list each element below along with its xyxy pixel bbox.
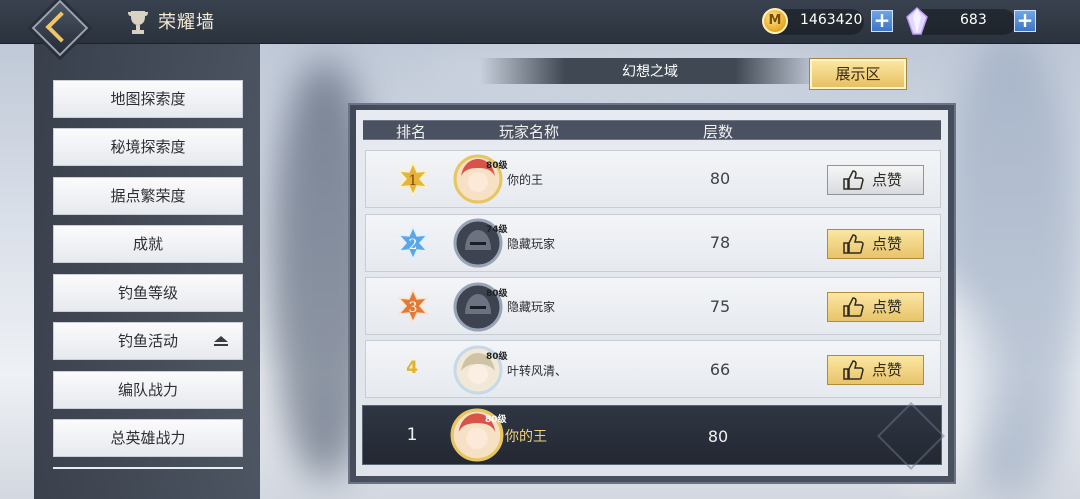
- player-name: 你的王: [507, 173, 544, 187]
- sidebar-item-total-hero-power[interactable]: 总英雄战力: [53, 419, 243, 457]
- sidebar-item-fishing-event[interactable]: 钓鱼活动: [53, 322, 243, 360]
- showcase-button[interactable]: 展示区: [810, 59, 906, 89]
- my-name: 你的王: [505, 429, 547, 445]
- decorative-diamond: [877, 402, 945, 470]
- like-label: 点赞: [872, 171, 903, 189]
- sidebar-item-outpost-prosperity[interactable]: 据点繁荣度: [53, 177, 243, 215]
- thumbs-up-icon: [843, 360, 864, 380]
- column-rank: 排名: [396, 123, 427, 141]
- column-player-name: 玩家名称: [499, 123, 560, 141]
- my-level: 80级: [485, 415, 507, 425]
- player-level: 80级: [486, 352, 508, 362]
- sidebar-item-fishing-level[interactable]: 钓鱼等级: [53, 274, 243, 312]
- coin-value: 1463420: [800, 12, 863, 28]
- gem-value: 683: [960, 12, 987, 28]
- like-button[interactable]: 点赞: [827, 229, 924, 259]
- expand-arrow-icon: [214, 336, 228, 346]
- add-gems-button[interactable]: +: [1014, 10, 1036, 32]
- player-score: 75: [709, 297, 731, 316]
- like-button[interactable]: 点赞: [827, 292, 924, 322]
- svg-text:1: 1: [409, 173, 418, 189]
- realm-title: 幻想之域: [622, 64, 678, 80]
- page-title: 荣耀墙: [158, 12, 215, 33]
- crystal-icon: [906, 7, 928, 35]
- like-button[interactable]: 点赞: [827, 165, 924, 195]
- player-level: 74级: [486, 225, 508, 235]
- gold-medal-icon: 1: [397, 162, 429, 196]
- thumbs-up-icon: [843, 297, 864, 317]
- my-rank-number: 1: [406, 425, 418, 445]
- back-button[interactable]: [30, 0, 94, 66]
- player-score: 80: [709, 169, 731, 188]
- bronze-medal-icon: 3: [397, 289, 429, 323]
- silver-medal-icon: 2: [397, 226, 429, 260]
- sidebar-item-secret-exploration[interactable]: 秘境探索度: [53, 128, 243, 166]
- column-floors: 层数: [703, 123, 734, 141]
- like-label: 点赞: [872, 361, 903, 379]
- like-button[interactable]: 点赞: [827, 355, 924, 385]
- player-name: 叶转风清、: [507, 364, 568, 378]
- sidebar-item-label: 钓鱼活动: [117, 332, 178, 350]
- svg-text:3: 3: [409, 300, 418, 316]
- like-label: 点赞: [872, 235, 903, 253]
- sidebar-item-team-power[interactable]: 编队战力: [53, 371, 243, 409]
- trophy-icon: [128, 11, 148, 34]
- player-score: 66: [709, 360, 731, 379]
- thumbs-up-icon: [843, 234, 864, 254]
- my-score: 80: [707, 427, 729, 446]
- my-rank-row: [362, 402, 945, 470]
- rank-number: 4: [406, 358, 418, 378]
- thumbs-up-icon: [843, 170, 864, 190]
- like-label: 点赞: [872, 298, 903, 316]
- player-name: 隐藏玩家: [507, 300, 556, 314]
- player-score: 78: [709, 233, 731, 252]
- svg-text:2: 2: [409, 237, 418, 253]
- table-header: [363, 120, 941, 140]
- player-name: 隐藏玩家: [507, 237, 556, 251]
- sidebar-item-achievements[interactable]: 成就: [53, 225, 243, 263]
- coin-icon: M: [762, 8, 788, 34]
- sidebar-divider: [53, 467, 243, 469]
- player-level: 80级: [486, 161, 508, 171]
- sidebar-item-map-exploration[interactable]: 地图探索度: [53, 80, 243, 118]
- add-coins-button[interactable]: +: [871, 10, 893, 32]
- player-level: 80级: [486, 289, 508, 299]
